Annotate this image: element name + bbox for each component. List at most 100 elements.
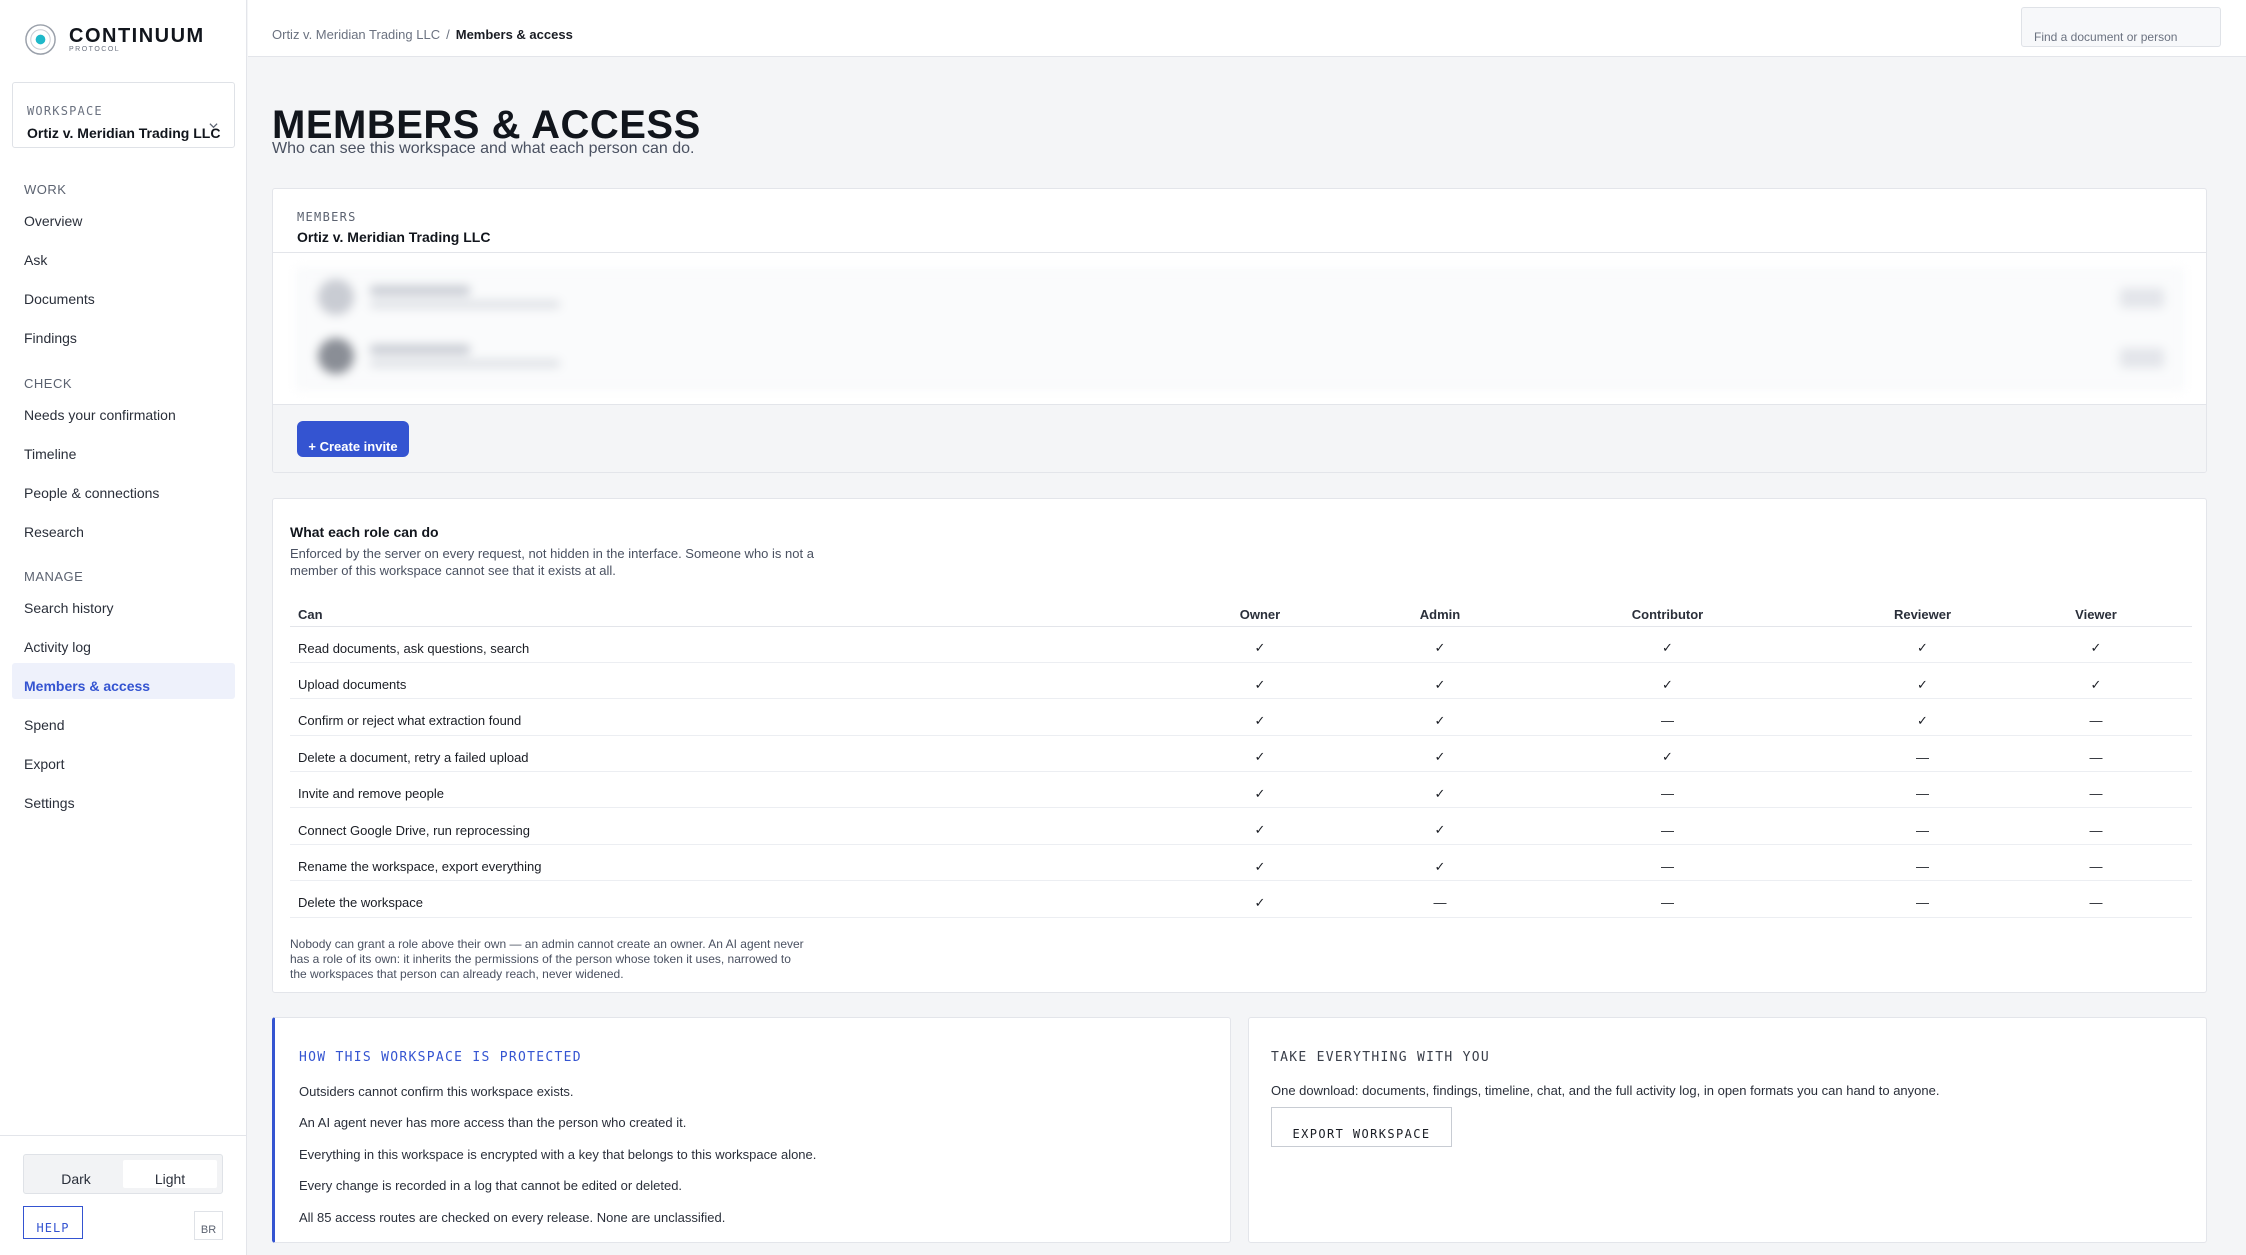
member-row[interactable] — [318, 338, 560, 374]
check-icon-admin: ✓ — [1390, 626, 1490, 663]
permission-label: Upload documents — [290, 662, 1130, 700]
column-header-owner: Owner — [1130, 604, 1390, 627]
members-footer: + Create invite — [273, 404, 2206, 472]
dash-icon-contributor: — — [1490, 807, 1845, 845]
nav-item-research[interactable]: Research — [24, 524, 84, 540]
members-card: MEMBERS Ortiz v. Meridian Trading LLC + … — [272, 188, 2207, 473]
nav-item-overview[interactable]: Overview — [24, 213, 82, 229]
dash-icon-viewer: — — [2000, 880, 2192, 918]
column-header-can: Can — [290, 604, 1130, 627]
column-header-contributor: Contributor — [1490, 604, 1845, 627]
permission-label: Rename the workspace, export everything — [290, 844, 1130, 882]
member-role-badge[interactable] — [2120, 288, 2164, 308]
dash-icon-reviewer: — — [1845, 880, 2000, 918]
nav-item-export[interactable]: Export — [24, 756, 64, 772]
topbar: Ortiz v. Meridian Trading LLC / Members & … — [248, 0, 2246, 57]
chevron-down-icon — [209, 123, 218, 129]
breadcrumb-parent[interactable]: Ortiz v. Meridian Trading LLC — [272, 27, 440, 42]
dash-icon-contributor: — — [1490, 880, 1845, 918]
export-card: TAKE EVERYTHING WITH YOU One download: d… — [1248, 1017, 2207, 1243]
page-subtitle: Who can see this workspace and what each… — [272, 140, 695, 157]
breadcrumb-current: Members & access — [455, 27, 573, 42]
export-workspace-button[interactable]: EXPORT WORKSPACE — [1271, 1107, 1452, 1147]
protection-item: Every change is recorded in a log that c… — [299, 1178, 683, 1193]
workspace-selector[interactable]: WORKSPACE Ortiz v. Meridian Trading LLC — [12, 82, 235, 148]
check-icon-owner: ✓ — [1130, 807, 1390, 845]
dash-icon-reviewer: — — [1845, 735, 2000, 773]
check-icon-admin: ✓ — [1390, 735, 1490, 773]
check-icon-contributor: ✓ — [1490, 735, 1845, 773]
avatar — [318, 338, 354, 374]
members-label: MEMBERS — [297, 210, 357, 224]
table-row: Confirm or reject what extraction found ✓… — [290, 698, 2192, 736]
user-badge[interactable]: BR — [194, 1211, 223, 1240]
brand-name: CONTINUUM — [69, 24, 205, 47]
nav-item-people-connections[interactable]: People & connections — [24, 485, 159, 501]
table-row: Upload documents ✓ ✓ ✓ ✓ ✓ — [290, 662, 2192, 700]
check-icon-contributor: ✓ — [1490, 626, 1845, 663]
dash-icon-reviewer: — — [1845, 844, 2000, 882]
roles-title: What each role can do — [290, 524, 439, 540]
check-icon-owner: ✓ — [1130, 626, 1390, 663]
nav-item-ask[interactable]: Ask — [24, 252, 47, 268]
check-icon-reviewer: ✓ — [1845, 698, 2000, 736]
breadcrumb: Ortiz v. Meridian Trading LLC / Members & … — [272, 27, 573, 42]
nav-item-spend[interactable]: Spend — [24, 717, 64, 733]
table-row: Connect Google Drive, run reprocessing ✓ ✓… — [290, 807, 2192, 845]
nav-item-needs-confirmation[interactable]: Needs your confirmation — [24, 407, 176, 423]
check-icon-owner: ✓ — [1130, 735, 1390, 773]
protection-item: All 85 access routes are checked on ever… — [299, 1210, 726, 1225]
dash-icon-viewer: — — [2000, 807, 2192, 845]
nav-item-findings[interactable]: Findings — [24, 330, 77, 346]
check-icon-viewer: ✓ — [2000, 662, 2192, 700]
check-icon-reviewer: ✓ — [1845, 662, 2000, 700]
theme-toggle[interactable]: Dark Light — [23, 1154, 223, 1194]
permission-label: Invite and remove people — [290, 771, 1130, 809]
logo-icon — [25, 24, 56, 55]
table-row: Invite and remove people ✓ ✓ — — — — [290, 771, 2192, 809]
check-icon-owner: ✓ — [1130, 880, 1390, 918]
dash-icon-admin: — — [1390, 880, 1490, 918]
nav-item-activity-log[interactable]: Activity log — [24, 639, 91, 655]
brand-subtitle: PROTOCOL — [69, 45, 121, 53]
check-icon-admin: ✓ — [1390, 698, 1490, 736]
check-icon-owner: ✓ — [1130, 844, 1390, 882]
member-role-badge[interactable] — [2120, 348, 2164, 368]
check-icon-admin: ✓ — [1390, 662, 1490, 700]
create-invite-button[interactable]: + Create invite — [297, 421, 409, 457]
permission-label: Delete the workspace — [290, 880, 1130, 918]
protection-item: Everything in this workspace is encrypte… — [299, 1147, 817, 1162]
avatar — [318, 279, 354, 315]
nav-item-settings[interactable]: Settings — [24, 795, 75, 811]
roles-table: Can Owner Admin Contributor Reviewer Vie… — [290, 604, 2192, 918]
nav-item-search-history[interactable]: Search history — [24, 600, 113, 616]
dash-icon-reviewer: — — [1845, 771, 2000, 809]
dash-icon-viewer: — — [2000, 771, 2192, 809]
protection-item: An AI agent never has more access than t… — [299, 1115, 687, 1130]
check-icon-admin: ✓ — [1390, 771, 1490, 809]
permission-label: Read documents, ask questions, search — [290, 626, 1130, 663]
column-header-reviewer: Reviewer — [1845, 604, 2000, 627]
nav-item-timeline[interactable]: Timeline — [24, 446, 76, 462]
dash-icon-contributor: — — [1490, 698, 1845, 736]
brand[interactable]: CONTINUUM PROTOCOL — [23, 22, 205, 57]
theme-dark-option[interactable]: Dark — [29, 1160, 123, 1188]
search-input[interactable]: Find a document or person — [2021, 7, 2221, 47]
permission-label: Connect Google Drive, run reprocessing — [290, 807, 1130, 845]
dash-icon-viewer: — — [2000, 735, 2192, 773]
permission-label: Confirm or reject what extraction found — [290, 698, 1130, 736]
permission-label: Delete a document, retry a failed upload — [290, 735, 1130, 773]
table-row: Delete a document, retry a failed upload… — [290, 735, 2192, 773]
help-button[interactable]: HELP — [23, 1206, 83, 1239]
theme-light-option[interactable]: Light — [123, 1160, 217, 1188]
table-header-row: Can Owner Admin Contributor Reviewer Vie… — [290, 604, 2192, 627]
nav-group-manage: MANAGE — [24, 569, 84, 584]
nav-item-documents[interactable]: Documents — [24, 291, 95, 307]
members-header: MEMBERS Ortiz v. Meridian Trading LLC — [273, 189, 2206, 253]
nav-item-members-access[interactable]: Members & access — [12, 663, 235, 699]
dash-icon-contributor: — — [1490, 771, 1845, 809]
member-row[interactable] — [318, 279, 560, 315]
check-icon-admin: ✓ — [1390, 844, 1490, 882]
members-workspace-name: Ortiz v. Meridian Trading LLC — [297, 229, 491, 245]
table-row: Delete the workspace ✓ — — — — — [290, 880, 2192, 918]
